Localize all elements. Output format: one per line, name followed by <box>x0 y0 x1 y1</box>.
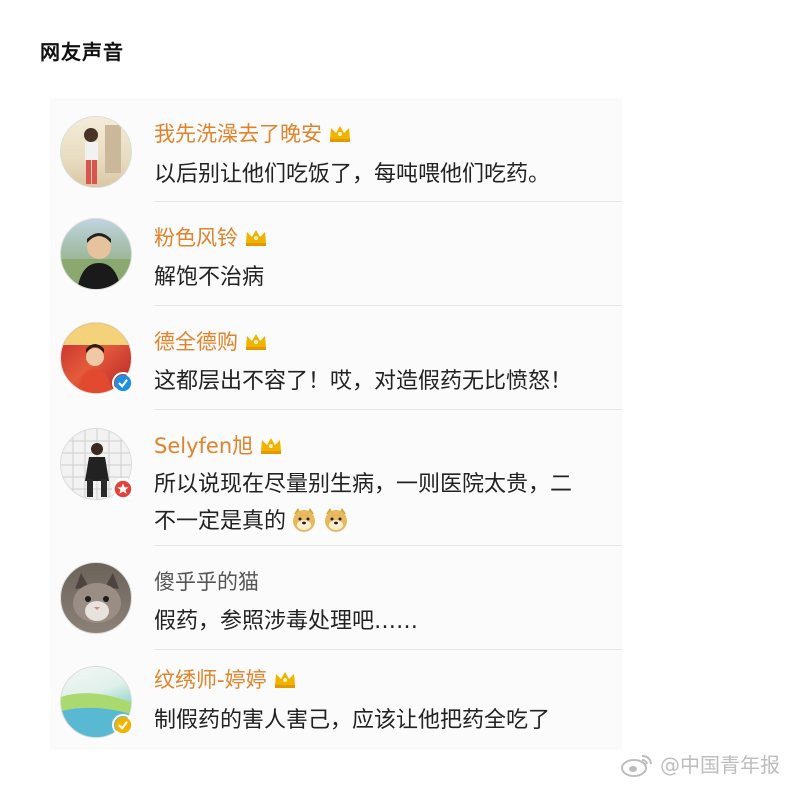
comment-text: 以后别让他们吃饭了，每吨喂他们吃药。 <box>154 162 551 187</box>
crown-icon <box>261 438 282 454</box>
weibo-icon <box>621 755 652 777</box>
comment-text: 制假药的害人害己，应该让他把药全吃了 <box>154 708 551 733</box>
comment-text: 这都层出不容了！哎，对造假药无比愤怒！ <box>154 369 573 394</box>
username-text[interactable]: 纹绣师-婷婷 <box>154 668 267 692</box>
comment-item: 我先洗澡去了晚安 以后别让他们吃饭了，每吨喂他们吃药。 <box>50 98 622 202</box>
comment-text: 解饱不治病 <box>154 265 265 290</box>
username[interactable]: 粉色风铃 <box>154 222 268 252</box>
avatar[interactable] <box>60 218 132 290</box>
username-text[interactable]: 傻乎乎的猫 <box>154 570 259 594</box>
verified-badge-icon <box>112 478 134 500</box>
crown-icon <box>246 334 266 350</box>
doge-emoji-icon <box>325 508 348 532</box>
avatar[interactable] <box>60 116 132 188</box>
username[interactable]: Selyfen旭 <box>154 430 283 460</box>
username-text[interactable]: Selyfen旭 <box>154 434 253 458</box>
comment-item: 粉色风铃 解饱不治病 <box>50 202 622 306</box>
avatar[interactable] <box>60 562 132 634</box>
comment-text-line2: 不一定是真的 <box>154 503 350 535</box>
watermark: @中国青年报 <box>620 749 780 778</box>
crown-icon <box>274 672 295 688</box>
page-title: 网友声音 <box>40 40 124 64</box>
username[interactable]: 纹绣师-婷婷 <box>154 664 297 694</box>
username-text[interactable]: 德全德购 <box>154 330 238 354</box>
avatar-image <box>73 573 121 623</box>
comment-text: 所以说现在尽量别生病，一则医院太贵，二 <box>154 472 573 497</box>
comment-item: 纹绣师-婷婷 制假药的害人害己，应该让他把药全吃了 <box>50 650 622 750</box>
watermark-text: @中国青年报 <box>660 753 780 777</box>
comment-list: 我先洗澡去了晚安 以后别让他们吃饭了，每吨喂他们吃药。 粉色风铃 解饱不治病 德… <box>50 98 622 750</box>
comment-item: 德全德购 这都层出不容了！哎，对造假药无比愤怒！ <box>50 306 622 410</box>
crown-icon <box>246 230 266 246</box>
username[interactable]: 德全德购 <box>154 326 268 356</box>
username-text[interactable]: 粉色风铃 <box>154 226 238 250</box>
comment-text-continued: 不一定是真的 <box>154 509 287 534</box>
comment-item: Selyfen旭 所以说现在尽量别生病，一则医院太贵，二 不一定是真的 <box>50 410 622 546</box>
username[interactable]: 傻乎乎的猫 <box>154 566 259 596</box>
doge-emoji-icon <box>293 508 316 532</box>
username[interactable]: 我先洗澡去了晚安 <box>154 118 352 148</box>
verified-badge-icon <box>112 372 134 394</box>
verified-badge-icon <box>112 714 134 736</box>
avatar-image <box>61 233 131 289</box>
avatar-image <box>84 125 121 184</box>
username-text[interactable]: 我先洗澡去了晚安 <box>154 122 322 146</box>
comment-item: 傻乎乎的猫 假药，参照涉毒处理吧…… <box>50 546 622 650</box>
crown-icon <box>330 126 350 142</box>
comment-text: 假药，参照涉毒处理吧…… <box>154 609 419 634</box>
